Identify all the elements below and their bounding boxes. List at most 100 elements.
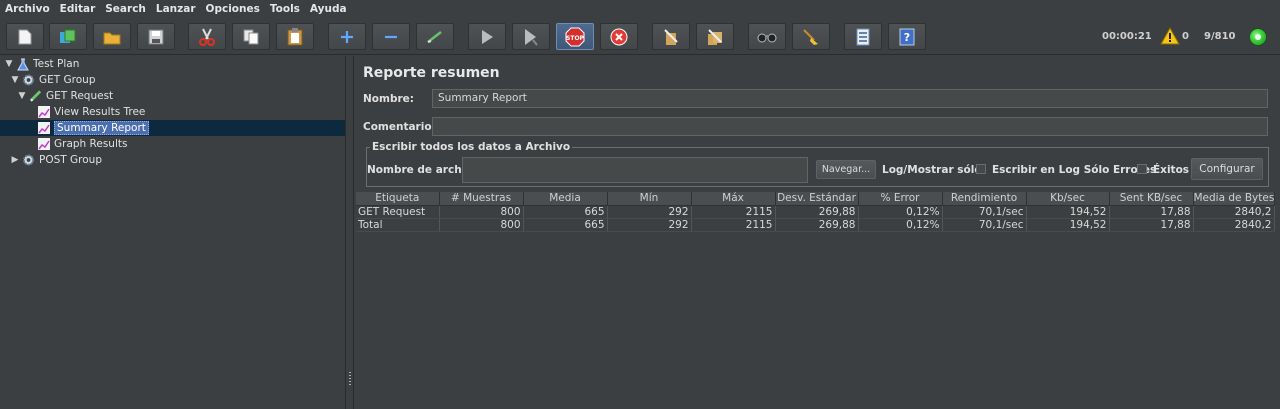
column-header[interactable]: Media bbox=[523, 192, 608, 206]
menu-search[interactable]: Search bbox=[100, 3, 151, 15]
table-row[interactable]: GET Request 800 665 292 2115 269,88 0,12… bbox=[356, 205, 1275, 219]
successes-label: Éxitos bbox=[1153, 164, 1190, 176]
filename-field[interactable] bbox=[462, 157, 808, 183]
tree-node-summary-report[interactable]: Summary Report bbox=[0, 120, 345, 136]
table-cell: 269,88 bbox=[775, 205, 859, 219]
menu-opciones[interactable]: Opciones bbox=[201, 3, 265, 15]
column-header[interactable]: # Muestras bbox=[439, 192, 524, 206]
cut-button[interactable] bbox=[188, 23, 226, 50]
collapsed-toggle-icon[interactable]: ▶ bbox=[10, 155, 20, 165]
tree-node-test-plan[interactable]: ▼ Test Plan bbox=[4, 56, 79, 72]
toggle-button[interactable] bbox=[416, 23, 454, 50]
menu-ayuda[interactable]: Ayuda bbox=[305, 3, 352, 15]
column-header[interactable]: Kb/sec bbox=[1026, 192, 1110, 206]
comments-field[interactable] bbox=[432, 117, 1268, 136]
table-cell: 0,12% bbox=[858, 205, 943, 219]
shutdown-button[interactable] bbox=[600, 23, 638, 50]
table-cell: 2115 bbox=[691, 205, 776, 219]
menu-lanzar[interactable]: Lanzar bbox=[151, 3, 201, 15]
table-row[interactable]: Total 800 665 292 2115 269,88 0,12% 70,1… bbox=[356, 218, 1275, 232]
table-cell: 2840,2 bbox=[1193, 218, 1275, 232]
templates-button[interactable] bbox=[49, 23, 87, 50]
warning-icon[interactable] bbox=[1160, 27, 1180, 45]
table-cell: 269,88 bbox=[775, 218, 859, 232]
tree-node-post-group[interactable]: ▶ POST Group bbox=[10, 152, 102, 168]
new-button[interactable] bbox=[6, 23, 44, 50]
expand-all-button[interactable] bbox=[328, 23, 366, 50]
tree-node-get-request[interactable]: ▼ GET Request bbox=[17, 88, 114, 104]
running-status-indicator bbox=[1249, 28, 1267, 46]
toolbar: STOP ? 00:00:21 0 9/810 bbox=[0, 19, 1280, 55]
splitter-grip-icon[interactable] bbox=[349, 372, 351, 386]
table-cell: 17,88 bbox=[1109, 205, 1194, 219]
table-cell: 194,52 bbox=[1026, 205, 1110, 219]
split-pane-divider[interactable] bbox=[345, 56, 354, 409]
expand-toggle-icon[interactable]: ▼ bbox=[17, 91, 27, 101]
gear-icon bbox=[22, 154, 35, 167]
start-no-pauses-button[interactable] bbox=[512, 23, 550, 50]
expand-icon bbox=[341, 30, 353, 43]
tree-node-label: Summary Report bbox=[54, 121, 149, 135]
pencil-icon bbox=[29, 90, 42, 103]
expand-toggle-icon[interactable]: ▼ bbox=[4, 59, 14, 69]
column-header[interactable]: % Error bbox=[858, 192, 943, 206]
right-edge-border bbox=[1275, 56, 1280, 409]
table-cell: 292 bbox=[607, 218, 692, 232]
errors-only-checkbox[interactable] bbox=[976, 164, 986, 174]
clear-button[interactable] bbox=[652, 23, 690, 50]
stop-button[interactable]: STOP bbox=[556, 23, 594, 50]
tree-node-view-results-tree[interactable]: View Results Tree bbox=[37, 104, 145, 120]
table-cell: 194,52 bbox=[1026, 218, 1110, 232]
table-cell: 2840,2 bbox=[1193, 205, 1275, 219]
collapse-all-button[interactable] bbox=[372, 23, 410, 50]
table-cell: 0,12% bbox=[858, 218, 943, 232]
save-icon bbox=[148, 29, 164, 44]
new-icon bbox=[18, 29, 32, 44]
column-header[interactable]: Mín bbox=[607, 192, 692, 206]
copy-button[interactable] bbox=[232, 23, 270, 50]
expand-toggle-icon[interactable]: ▼ bbox=[10, 75, 20, 85]
configure-button[interactable]: Configurar bbox=[1191, 158, 1263, 180]
name-field[interactable]: Summary Report bbox=[432, 89, 1268, 108]
tree-node-label: GET Group bbox=[39, 74, 96, 86]
column-header[interactable]: Media de Bytes bbox=[1193, 192, 1275, 206]
stop-icon: STOP bbox=[565, 27, 585, 46]
comments-label: Comentarios bbox=[363, 121, 438, 133]
help-button[interactable]: ? bbox=[888, 23, 926, 50]
menu-tools[interactable]: Tools bbox=[265, 3, 305, 15]
tree-node-get-group[interactable]: ▼ GET Group bbox=[10, 72, 96, 88]
paste-button[interactable] bbox=[276, 23, 314, 50]
save-button[interactable] bbox=[137, 23, 175, 50]
function-helper-button[interactable] bbox=[844, 23, 882, 50]
column-header[interactable]: Etiqueta bbox=[356, 192, 440, 206]
graph-icon bbox=[37, 106, 50, 119]
start-no-pauses-icon bbox=[525, 28, 538, 46]
column-header[interactable]: Rendimiento bbox=[942, 192, 1027, 206]
start-button[interactable] bbox=[468, 23, 506, 50]
table-cell: Total bbox=[356, 218, 440, 232]
open-button[interactable] bbox=[93, 23, 131, 50]
column-header[interactable]: Sent KB/sec bbox=[1109, 192, 1194, 206]
table-header-row: Etiqueta # Muestras Media Mín Máx Desv. … bbox=[356, 192, 1275, 206]
menu-editar[interactable]: Editar bbox=[55, 3, 101, 15]
tree-node-label: Graph Results bbox=[54, 138, 128, 150]
browse-button[interactable]: Navegar... bbox=[816, 160, 876, 179]
table-cell: 800 bbox=[439, 218, 524, 232]
name-label: Nombre: bbox=[363, 93, 414, 105]
search-button[interactable] bbox=[748, 23, 786, 50]
tree-node-graph-results[interactable]: Graph Results bbox=[37, 136, 127, 152]
collapse-icon bbox=[385, 35, 397, 38]
warning-count: 0 bbox=[1182, 31, 1189, 42]
open-icon bbox=[103, 32, 121, 44]
successes-checkbox[interactable] bbox=[1137, 164, 1147, 174]
table-cell: GET Request bbox=[356, 205, 440, 219]
toggle-icon bbox=[427, 30, 442, 43]
menu-archivo[interactable]: Archivo bbox=[0, 3, 55, 15]
clear-all-button[interactable] bbox=[696, 23, 734, 50]
reset-search-button[interactable] bbox=[792, 23, 830, 50]
tree-node-label: POST Group bbox=[39, 154, 102, 166]
cut-icon bbox=[199, 28, 215, 46]
column-header[interactable]: Desv. Estándar bbox=[775, 192, 859, 206]
table-cell: 292 bbox=[607, 205, 692, 219]
column-header[interactable]: Máx bbox=[691, 192, 776, 206]
